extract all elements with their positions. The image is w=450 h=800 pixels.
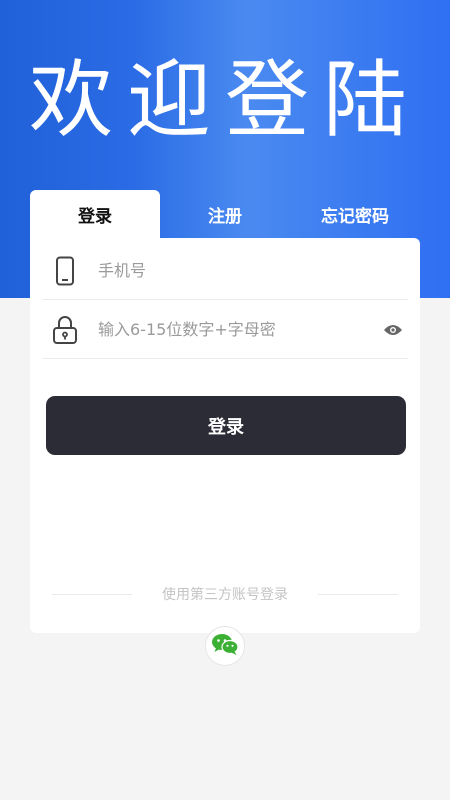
page-title: 欢迎登陆 <box>28 51 421 149</box>
wechat-login-button[interactable] <box>205 626 245 666</box>
phone-input[interactable] <box>98 261 408 280</box>
divider-line-right <box>318 593 398 595</box>
tab-forgot-password[interactable]: 忘记密码 <box>290 190 420 238</box>
third-party-label: 使用第三方账号登录 <box>162 587 288 603</box>
tab-login[interactable]: 登录 <box>30 190 160 238</box>
password-input[interactable] <box>98 320 378 339</box>
password-field <box>42 301 408 359</box>
phone-icon <box>42 256 88 286</box>
third-party-divider: 使用第三方账号登录 <box>52 583 398 605</box>
divider-line-left <box>52 593 132 595</box>
login-card: 登录 注册 忘记密码 手机号 登录 使用第三方账号登录 <box>30 190 420 666</box>
wechat-icon <box>211 632 239 660</box>
lock-icon <box>42 315 88 345</box>
tab-register[interactable]: 注册 <box>160 190 290 238</box>
phone-field <box>42 242 408 300</box>
tab-bar: 登录 注册 忘记密码 <box>30 190 420 238</box>
login-panel: 登录 使用第三方账号登录 <box>30 238 420 666</box>
eye-icon[interactable] <box>378 323 408 337</box>
login-button[interactable]: 登录 <box>46 396 406 455</box>
